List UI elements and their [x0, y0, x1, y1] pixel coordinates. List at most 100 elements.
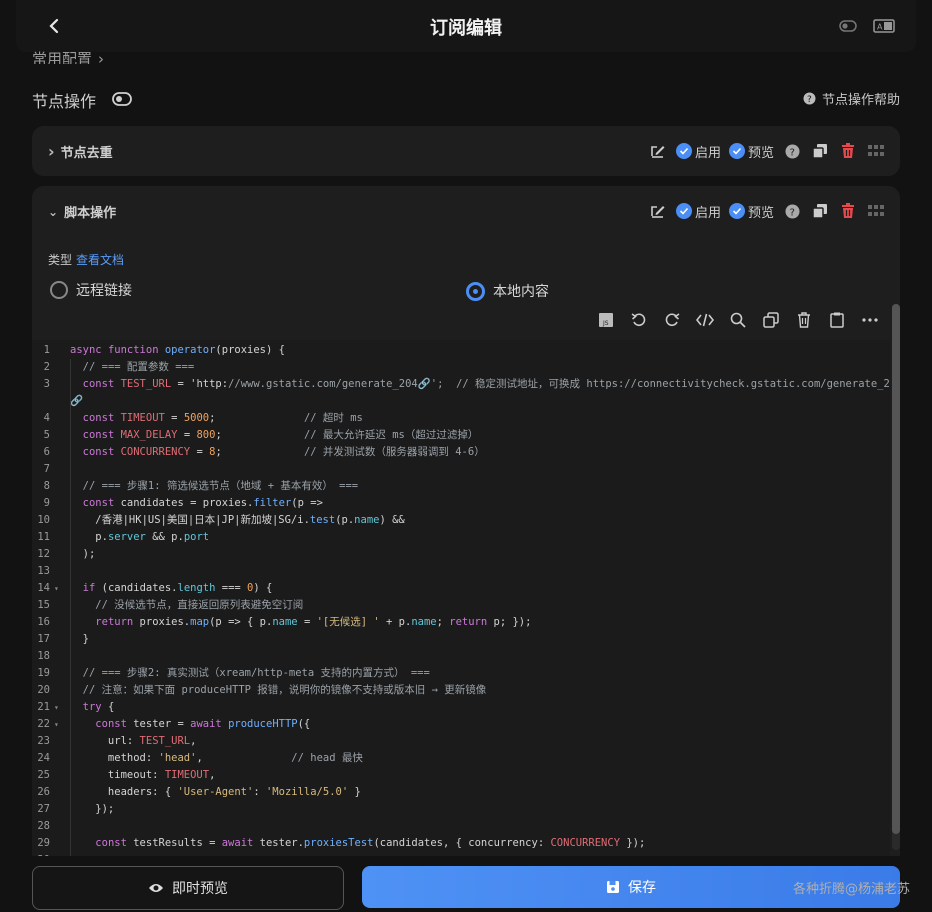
- code-editor[interactable]: 1 async function operator(proxies) { 2 // …: [32, 340, 890, 858]
- edit-icon[interactable]: [648, 201, 668, 221]
- docs-link[interactable]: 查看文档: [76, 253, 124, 267]
- copy-icon[interactable]: [810, 201, 830, 221]
- svg-text:JS: JS: [602, 320, 609, 327]
- code-text: // === 步骤2: 真实测试（xream/http-meta 支持的内置方式…: [82, 667, 430, 679]
- chevron-right-icon: ›: [48, 142, 55, 161]
- save-label: 保存: [628, 880, 656, 896]
- clipboard-icon[interactable]: [827, 310, 847, 330]
- line-number: 28: [37, 820, 50, 832]
- scrollbar-thumb[interactable]: [892, 304, 900, 834]
- copy-icon[interactable]: [761, 310, 781, 330]
- line-number: 15: [37, 599, 50, 611]
- node-ops-title: 节点操作: [32, 92, 97, 111]
- script-type-row: 类型 查看文档: [48, 251, 124, 268]
- code-text: // 没候选节点，直接返回原列表避免空订阅: [95, 599, 304, 611]
- line-number: 7: [43, 463, 50, 475]
- copy-icon[interactable]: [810, 141, 830, 161]
- watermark-text: 各种折腾@杨浦老苏: [792, 882, 910, 897]
- line-number: 2: [43, 361, 50, 373]
- page-title: 订阅编辑: [430, 18, 502, 39]
- line-number: 20: [37, 684, 50, 696]
- code-text: url: TEST_URL,: [70, 735, 197, 747]
- code-text: });: [70, 803, 115, 815]
- line-number: 25: [37, 769, 50, 781]
- translate-icon[interactable]: A: [872, 16, 896, 36]
- help-icon[interactable]: ?: [782, 201, 802, 221]
- fold-toggle-icon[interactable]: ▾: [54, 699, 59, 716]
- save-icon: [607, 881, 619, 893]
- edit-icon[interactable]: [648, 141, 668, 161]
- help-label: 节点操作帮助: [821, 93, 900, 108]
- chevron-down-icon: ⌄: [48, 204, 59, 219]
- code-text: const tester = await produceHTTP({: [95, 718, 311, 730]
- line-number: 26: [37, 786, 50, 798]
- fold-toggle-icon[interactable]: ▾: [54, 580, 59, 597]
- code-text: const MAX_DELAY = 800; // 最大允许延迟 ms（超过过滤…: [82, 429, 479, 441]
- code-text: // === 配置参数 ===: [82, 361, 195, 373]
- line-number: 21: [37, 701, 50, 713]
- instant-preview-button[interactable]: 即时预览: [32, 866, 344, 910]
- card-dedupe: › 节点去重 启用 预览 ?: [32, 126, 900, 176]
- code-text: try {: [82, 701, 115, 713]
- preview-checkbox[interactable]: 预览: [728, 202, 774, 221]
- drag-handle-icon[interactable]: [866, 141, 886, 161]
- code-text: async function operator(proxies) {: [70, 344, 285, 356]
- radio-unchecked-icon: [50, 281, 68, 299]
- line-number: 8: [43, 480, 50, 492]
- card-script-header[interactable]: ⌄ 脚本操作: [48, 202, 116, 222]
- js-format-icon[interactable]: JS: [596, 310, 616, 330]
- check-icon: [675, 143, 692, 159]
- editor-scrollbar[interactable]: [892, 304, 900, 850]
- editor-toolbar: JS: [596, 310, 880, 330]
- top-bar: 订阅编辑 A: [16, 0, 916, 52]
- line-number: 24: [37, 752, 50, 764]
- toggle-icon[interactable]: [836, 16, 860, 36]
- delete-icon[interactable]: [838, 141, 858, 161]
- code-text: timeout: TIMEOUT,: [70, 769, 216, 781]
- line-number: 29: [37, 837, 50, 849]
- enable-checkbox[interactable]: 启用: [675, 142, 721, 161]
- indent-guide: [70, 359, 71, 858]
- redo-icon[interactable]: [662, 310, 682, 330]
- instant-preview-label: 即时预览: [172, 881, 228, 897]
- search-icon[interactable]: [728, 310, 748, 330]
- radio-local[interactable]: 本地内容: [466, 281, 549, 301]
- delete-icon[interactable]: [838, 201, 858, 221]
- common-config-label: 常用配置: [32, 50, 93, 64]
- preview-label: 预览: [747, 145, 774, 161]
- node-ops-help[interactable]: ? 节点操作帮助: [803, 89, 900, 108]
- drag-handle-icon[interactable]: [866, 201, 886, 221]
- undo-icon[interactable]: [629, 310, 649, 330]
- code-text: const candidates = proxies.filter(p =>: [82, 497, 323, 509]
- code-text: method: 'head', // head 最快: [70, 752, 363, 764]
- code-text: }: [70, 633, 89, 645]
- check-icon: [728, 203, 745, 219]
- card-dedupe-header[interactable]: › 节点去重: [48, 142, 113, 161]
- code-text: 🔗: [70, 395, 84, 407]
- code-icon[interactable]: [695, 310, 715, 330]
- common-config-link[interactable]: 常用配置 ›: [32, 48, 104, 64]
- svg-text:?: ?: [789, 207, 794, 218]
- help-icon[interactable]: ?: [782, 141, 802, 161]
- help-icon: ?: [803, 92, 816, 105]
- trash-icon[interactable]: [794, 310, 814, 330]
- fold-toggle-icon[interactable]: ▾: [54, 716, 59, 733]
- preview-checkbox[interactable]: 预览: [728, 142, 774, 161]
- line-number: 1: [43, 344, 50, 356]
- code-text: const TEST_URL = 'http://www.gstatic.com…: [82, 378, 890, 390]
- node-ops-toggle[interactable]: [112, 91, 132, 110]
- more-icon[interactable]: [860, 310, 880, 330]
- enable-checkbox[interactable]: 启用: [675, 202, 721, 221]
- code-text: const testResults = await tester.proxies…: [95, 837, 646, 849]
- line-number: 4: [43, 412, 50, 424]
- radio-remote-label: 远程链接: [76, 283, 132, 299]
- code-text: const CONCURRENCY = 8; // 并发测试数（服务器弱调到 4…: [82, 446, 485, 458]
- line-number: 18: [37, 650, 50, 662]
- code-text: p.server && p.port: [70, 531, 210, 543]
- check-icon: [728, 143, 745, 159]
- line-number: 5: [43, 429, 50, 441]
- line-number: 9: [43, 497, 50, 509]
- radio-remote[interactable]: 远程链接: [50, 280, 132, 300]
- code-text: headers: { 'User-Agent': 'Mozilla/5.0' }: [70, 786, 361, 798]
- line-number: 19: [37, 667, 50, 679]
